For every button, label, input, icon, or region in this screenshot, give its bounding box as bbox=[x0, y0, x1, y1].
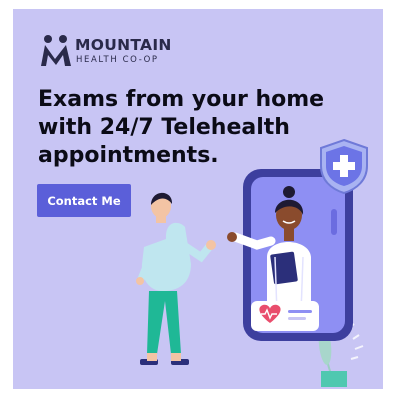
brand-subtitle: HEALTH CO-OP bbox=[76, 55, 159, 65]
brand-name: MOUNTAIN bbox=[75, 36, 172, 54]
contact-me-button[interactable]: Contact Me bbox=[37, 184, 131, 217]
logo-mark-icon bbox=[41, 35, 71, 66]
telehealth-ad-banner: MOUNTAIN HEALTH CO-OP Exams from your ho… bbox=[13, 9, 383, 389]
heart-vitals-card bbox=[251, 301, 319, 331]
headline-line: with 24/7 Telehealth bbox=[38, 115, 290, 140]
patient-figure bbox=[136, 192, 216, 365]
headline: Exams from your home with 24/7 Telehealt… bbox=[38, 86, 373, 170]
headline-line: appointments. bbox=[38, 143, 219, 168]
headline-line: Exams from your home bbox=[38, 87, 325, 112]
